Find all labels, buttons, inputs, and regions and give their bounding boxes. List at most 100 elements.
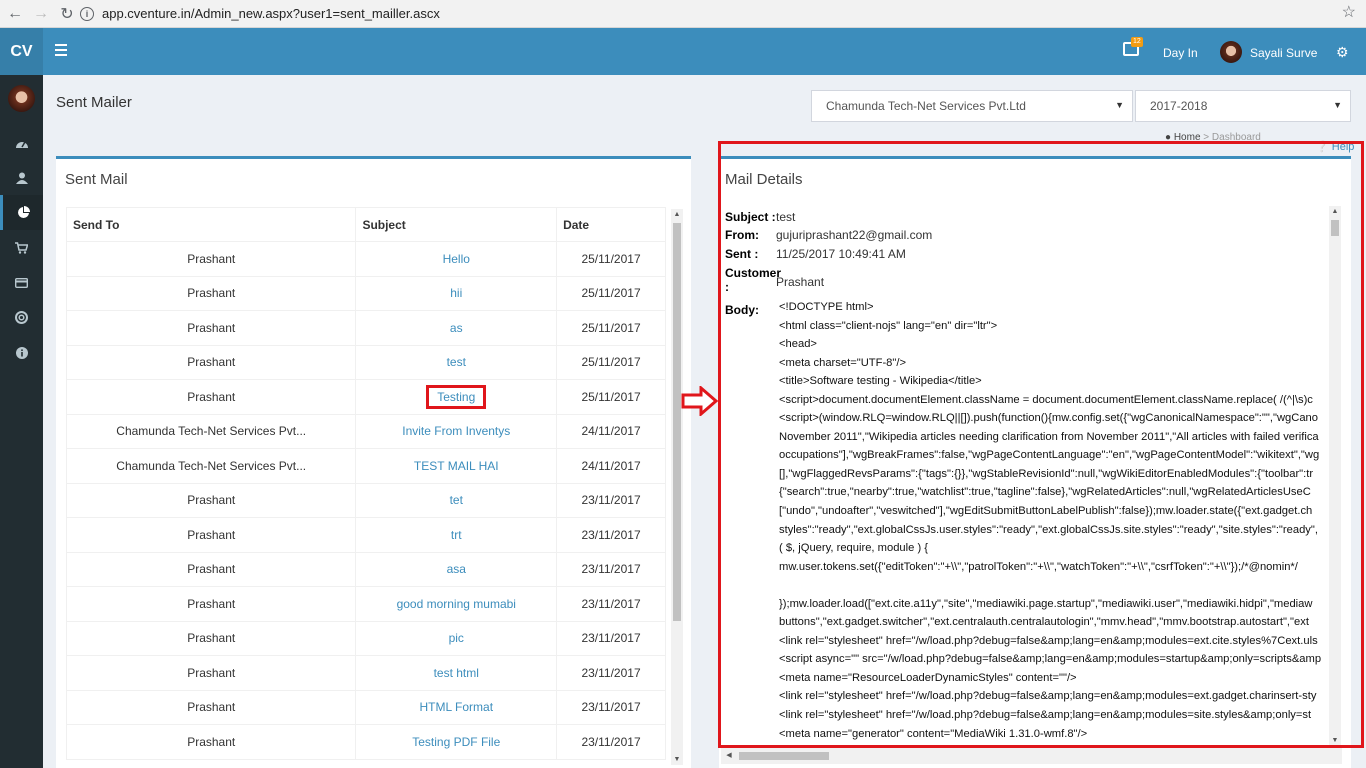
send-to-cell: Prashant xyxy=(66,344,357,380)
info-icon[interactable] xyxy=(0,335,43,370)
subject-link[interactable]: test html xyxy=(434,666,479,680)
year-select-value: 2017-2018 xyxy=(1150,99,1208,113)
table-scrollbar[interactable]: ▲ ▼ xyxy=(671,209,683,765)
chevron-down-icon: ▼ xyxy=(1333,100,1342,110)
logo[interactable]: CV xyxy=(0,28,43,75)
table-row[interactable]: Prashant trt 23/11/2017 xyxy=(66,517,666,553)
subject-link[interactable]: pic xyxy=(449,631,464,645)
sent-mail-panel: Sent Mail Send To Subject Date Prashant H… xyxy=(56,156,691,768)
send-to-cell: Prashant xyxy=(66,551,357,587)
table-row[interactable]: Prashant good morning mumabi 23/11/2017 xyxy=(66,586,666,622)
forward-icon[interactable]: → xyxy=(30,3,52,25)
subject-link[interactable]: tet xyxy=(450,493,463,507)
date-cell: 23/11/2017 xyxy=(556,586,666,622)
table-row[interactable]: Prashant Testing 25/11/2017 xyxy=(66,379,666,415)
date-cell: 25/11/2017 xyxy=(556,310,666,346)
menu-icon[interactable] xyxy=(55,44,67,56)
send-to-cell: Prashant xyxy=(66,724,357,760)
table-row[interactable]: Prashant HTML Format 23/11/2017 xyxy=(66,689,666,725)
subject-cell[interactable]: Testing PDF File xyxy=(355,724,558,760)
day-in-button[interactable]: Day In xyxy=(1163,46,1198,60)
date-cell: 25/11/2017 xyxy=(556,344,666,380)
table-row[interactable]: Prashant test html 23/11/2017 xyxy=(66,655,666,691)
credit-card-icon[interactable] xyxy=(0,265,43,300)
subject-link[interactable]: good morning mumabi xyxy=(397,597,516,611)
table-row[interactable]: Prashant pic 23/11/2017 xyxy=(66,620,666,656)
subject-link[interactable]: Invite From Inventys xyxy=(402,424,510,438)
company-select[interactable]: Chamunda Tech-Net Services Pvt.Ltd ▼ xyxy=(811,90,1133,122)
subject-cell[interactable]: Invite From Inventys xyxy=(355,413,558,449)
gears-icon[interactable]: ⚙ xyxy=(1336,44,1349,61)
pie-chart-icon[interactable] xyxy=(0,195,43,230)
support-icon[interactable] xyxy=(0,300,43,335)
subject-link[interactable]: asa xyxy=(447,562,466,576)
subject-cell[interactable]: good morning mumabi xyxy=(355,586,558,622)
dashboard-icon[interactable] xyxy=(0,125,43,160)
subject-link[interactable]: as xyxy=(450,321,463,335)
page-title: Sent Mailer xyxy=(56,94,132,111)
column-header-send-to[interactable]: Send To xyxy=(66,207,357,242)
company-select-value: Chamunda Tech-Net Services Pvt.Ltd xyxy=(826,99,1026,113)
browser-toolbar: ← → ↻ i app.cventure.in/Admin_new.aspx?u… xyxy=(0,0,1366,28)
subject-link[interactable]: Hello xyxy=(443,252,470,266)
subject-cell[interactable]: test html xyxy=(355,655,558,691)
address-bar[interactable]: i app.cventure.in/Admin_new.aspx?user1=s… xyxy=(80,3,1350,24)
subject-cell[interactable]: HTML Format xyxy=(355,689,558,725)
back-icon[interactable]: ← xyxy=(4,3,26,25)
sent-mail-table-container[interactable]: Send To Subject Date Prashant Hello 25/11/… xyxy=(66,207,666,767)
scrollbar-thumb[interactable] xyxy=(673,223,681,621)
subject-cell[interactable]: hii xyxy=(355,275,558,311)
subject-cell[interactable]: test xyxy=(355,344,558,380)
subject-link[interactable]: Testing PDF File xyxy=(412,735,500,749)
send-to-cell: Prashant xyxy=(66,689,357,725)
table-row[interactable]: Chamunda Tech-Net Services Pvt... TEST MA… xyxy=(66,448,666,484)
info-icon[interactable]: i xyxy=(80,6,94,21)
top-header: CV 12 Day In Sayali Surve ⚙ xyxy=(0,28,1366,75)
subject-cell[interactable]: trt xyxy=(355,517,558,553)
details-horizontal-scrollbar[interactable]: ◀ xyxy=(721,748,1342,764)
scroll-up-icon[interactable]: ▲ xyxy=(671,211,683,218)
table-row[interactable]: Prashant tet 23/11/2017 xyxy=(66,482,666,518)
table-row[interactable]: Prashant hii 25/11/2017 xyxy=(66,275,666,311)
sidebar-avatar xyxy=(8,85,35,112)
date-cell: 23/11/2017 xyxy=(556,551,666,587)
column-header-subject[interactable]: Subject xyxy=(355,207,558,242)
table-row[interactable]: Prashant Hello 25/11/2017 xyxy=(66,241,666,277)
table-row[interactable]: Prashant as 25/11/2017 xyxy=(66,310,666,346)
table-row[interactable]: Prashant asa 23/11/2017 xyxy=(66,551,666,587)
arrow-annotation-icon xyxy=(681,386,719,416)
user-name[interactable]: Sayali Surve xyxy=(1250,46,1317,60)
date-cell: 24/11/2017 xyxy=(556,448,666,484)
subject-cell[interactable]: tet xyxy=(355,482,558,518)
scroll-left-icon[interactable]: ◀ xyxy=(723,751,735,759)
send-to-cell: Chamunda Tech-Net Services Pvt... xyxy=(66,448,357,484)
reload-icon[interactable]: ↻ xyxy=(56,3,78,25)
subject-link[interactable]: Testing xyxy=(426,384,487,409)
date-cell: 23/11/2017 xyxy=(556,724,666,760)
url-text: app.cventure.in/Admin_new.aspx?user1=sen… xyxy=(102,6,440,21)
subject-link[interactable]: hii xyxy=(450,286,462,300)
send-to-cell: Prashant xyxy=(66,275,357,311)
subject-link[interactable]: trt xyxy=(451,528,462,542)
table-row[interactable]: Chamunda Tech-Net Services Pvt... Invite … xyxy=(66,413,666,449)
subject-link[interactable]: TEST MAIL HAI xyxy=(414,459,499,473)
scroll-down-icon[interactable]: ▼ xyxy=(671,756,683,763)
subject-cell[interactable]: pic xyxy=(355,620,558,656)
cart-icon[interactable] xyxy=(0,230,43,265)
subject-cell[interactable]: Hello xyxy=(355,241,558,277)
avatar[interactable] xyxy=(1220,41,1242,63)
table-row[interactable]: Prashant Testing PDF File 23/11/2017 xyxy=(66,724,666,760)
subject-cell[interactable]: asa xyxy=(355,551,558,587)
subject-link[interactable]: HTML Format xyxy=(419,700,493,714)
subject-cell[interactable]: as xyxy=(355,310,558,346)
column-header-date[interactable]: Date xyxy=(556,207,666,242)
table-row[interactable]: Prashant test 25/11/2017 xyxy=(66,344,666,380)
star-icon[interactable]: ☆ xyxy=(1342,2,1356,22)
horizontal-scrollbar-thumb[interactable] xyxy=(739,752,829,760)
subject-cell[interactable]: TEST MAIL HAI xyxy=(355,448,558,484)
user-icon[interactable] xyxy=(0,160,43,195)
year-select[interactable]: 2017-2018 ▼ xyxy=(1135,90,1351,122)
send-to-cell: Prashant xyxy=(66,620,357,656)
subject-cell[interactable]: Testing xyxy=(355,379,558,415)
subject-link[interactable]: test xyxy=(447,355,466,369)
